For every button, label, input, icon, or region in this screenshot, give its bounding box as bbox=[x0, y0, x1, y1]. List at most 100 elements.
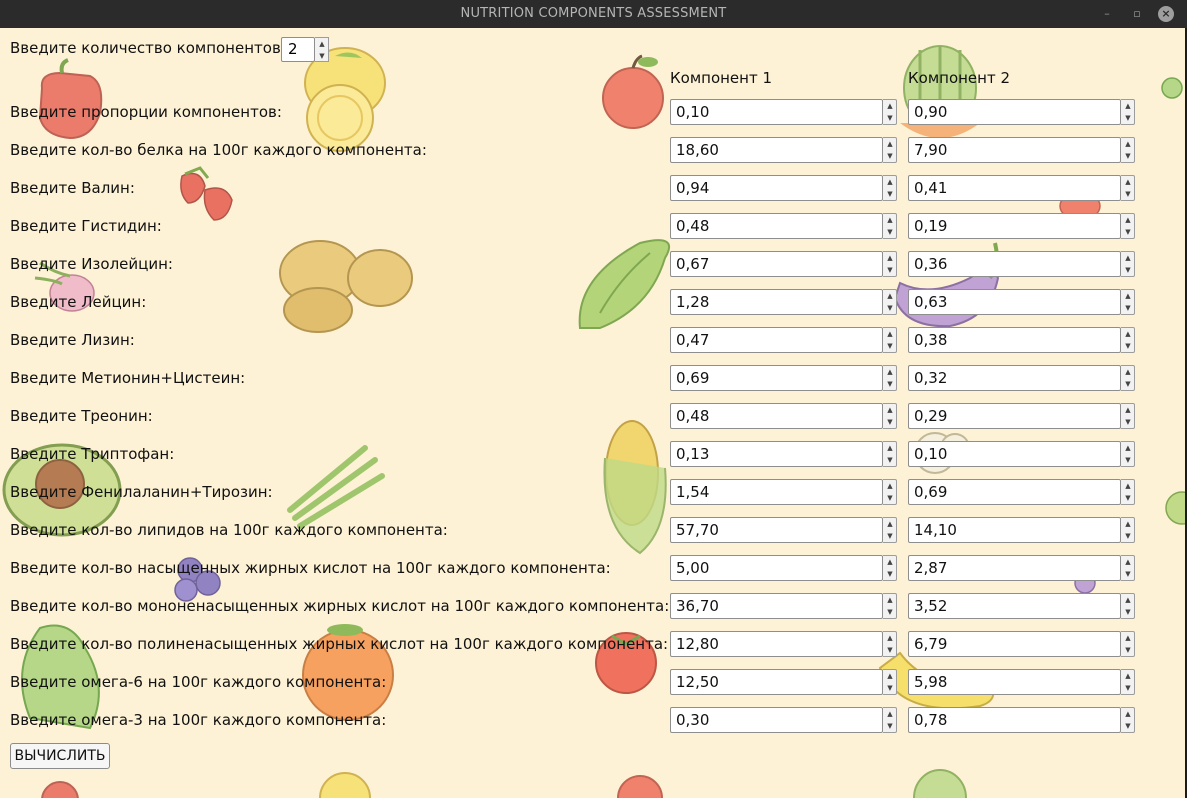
spin-arrows[interactable]: ▲ ▼ bbox=[1121, 251, 1135, 277]
close-button[interactable]: × bbox=[1158, 6, 1174, 22]
component-1-spinbox[interactable]: 0,94 ▲ ▼ bbox=[670, 175, 897, 201]
component-1-value-input[interactable]: 0,47 bbox=[670, 327, 883, 353]
component-2-spinbox[interactable]: 0,90 ▲ ▼ bbox=[908, 99, 1135, 125]
spin-up-icon[interactable]: ▲ bbox=[885, 708, 895, 720]
spin-up-icon[interactable]: ▲ bbox=[1123, 214, 1133, 226]
spin-up-icon[interactable]: ▲ bbox=[885, 480, 895, 492]
component-1-spinbox[interactable]: 0,30 ▲ ▼ bbox=[670, 707, 897, 733]
component-2-spinbox[interactable]: 2,87 ▲ ▼ bbox=[908, 555, 1135, 581]
spin-arrows[interactable]: ▲ ▼ bbox=[883, 479, 897, 505]
spin-up-icon[interactable]: ▲ bbox=[1123, 442, 1133, 454]
component-2-value-input[interactable]: 6,79 bbox=[908, 631, 1121, 657]
spin-up-icon[interactable]: ▲ bbox=[317, 38, 327, 50]
spin-down-icon[interactable]: ▼ bbox=[1123, 606, 1133, 618]
component-1-value-input[interactable]: 18,60 bbox=[670, 137, 883, 163]
spin-down-icon[interactable]: ▼ bbox=[885, 720, 895, 732]
component-1-spinbox[interactable]: 12,80 ▲ ▼ bbox=[670, 631, 897, 657]
spin-up-icon[interactable]: ▲ bbox=[885, 442, 895, 454]
spin-down-icon[interactable]: ▼ bbox=[1123, 340, 1133, 352]
spin-arrows[interactable]: ▲ ▼ bbox=[883, 137, 897, 163]
component-2-spinbox[interactable]: 0,78 ▲ ▼ bbox=[908, 707, 1135, 733]
spin-up-icon[interactable]: ▲ bbox=[885, 366, 895, 378]
spin-down-icon[interactable]: ▼ bbox=[1123, 644, 1133, 656]
spin-down-icon[interactable]: ▼ bbox=[885, 644, 895, 656]
component-count-input[interactable]: 2 bbox=[281, 37, 315, 62]
spin-up-icon[interactable]: ▲ bbox=[1123, 138, 1133, 150]
spin-down-icon[interactable]: ▼ bbox=[1123, 264, 1133, 276]
spin-arrows[interactable]: ▲ ▼ bbox=[883, 555, 897, 581]
component-2-value-input[interactable]: 0,38 bbox=[908, 327, 1121, 353]
spin-arrows[interactable]: ▲ ▼ bbox=[883, 441, 897, 467]
spin-down-icon[interactable]: ▼ bbox=[1123, 188, 1133, 200]
spin-up-icon[interactable]: ▲ bbox=[885, 404, 895, 416]
spin-arrows[interactable]: ▲ ▼ bbox=[883, 213, 897, 239]
component-2-spinbox[interactable]: 14,10 ▲ ▼ bbox=[908, 517, 1135, 543]
title-bar[interactable]: NUTRITION COMPONENTS ASSESSMENT – ▫ × bbox=[0, 0, 1187, 28]
spin-arrows[interactable]: ▲ ▼ bbox=[1121, 479, 1135, 505]
component-2-spinbox[interactable]: 0,29 ▲ ▼ bbox=[908, 403, 1135, 429]
spin-up-icon[interactable]: ▲ bbox=[1123, 594, 1133, 606]
spin-down-icon[interactable]: ▼ bbox=[885, 378, 895, 390]
spin-down-icon[interactable]: ▼ bbox=[885, 226, 895, 238]
spin-up-icon[interactable]: ▲ bbox=[885, 518, 895, 530]
component-2-value-input[interactable]: 7,90 bbox=[908, 137, 1121, 163]
component-1-spinbox[interactable]: 5,00 ▲ ▼ bbox=[670, 555, 897, 581]
spin-down-icon[interactable]: ▼ bbox=[885, 568, 895, 580]
component-1-spinbox[interactable]: 0,47 ▲ ▼ bbox=[670, 327, 897, 353]
spin-down-icon[interactable]: ▼ bbox=[1123, 530, 1133, 542]
spin-down-icon[interactable]: ▼ bbox=[1123, 492, 1133, 504]
component-1-value-input[interactable]: 5,00 bbox=[670, 555, 883, 581]
spin-down-icon[interactable]: ▼ bbox=[1123, 720, 1133, 732]
component-2-value-input[interactable]: 0,29 bbox=[908, 403, 1121, 429]
component-1-value-input[interactable]: 0,94 bbox=[670, 175, 883, 201]
component-1-spinbox[interactable]: 18,60 ▲ ▼ bbox=[670, 137, 897, 163]
component-2-value-input[interactable]: 0,32 bbox=[908, 365, 1121, 391]
minimize-button[interactable]: – bbox=[1098, 0, 1116, 28]
spin-arrows[interactable]: ▲ ▼ bbox=[883, 403, 897, 429]
spin-arrows[interactable]: ▲ ▼ bbox=[883, 175, 897, 201]
component-1-value-input[interactable]: 0,69 bbox=[670, 365, 883, 391]
component-1-spinbox[interactable]: 0,69 ▲ ▼ bbox=[670, 365, 897, 391]
spin-arrows[interactable]: ▲ ▼ bbox=[883, 365, 897, 391]
component-1-spinbox[interactable]: 1,54 ▲ ▼ bbox=[670, 479, 897, 505]
component-2-value-input[interactable]: 3,52 bbox=[908, 593, 1121, 619]
component-1-value-input[interactable]: 0,67 bbox=[670, 251, 883, 277]
component-2-value-input[interactable]: 0,19 bbox=[908, 213, 1121, 239]
component-2-spinbox[interactable]: 0,10 ▲ ▼ bbox=[908, 441, 1135, 467]
spin-arrows[interactable]: ▲ ▼ bbox=[883, 593, 897, 619]
spin-up-icon[interactable]: ▲ bbox=[885, 632, 895, 644]
spin-down-icon[interactable]: ▼ bbox=[1123, 112, 1133, 124]
spin-arrows[interactable]: ▲ ▼ bbox=[1121, 555, 1135, 581]
spin-arrows[interactable]: ▲ ▼ bbox=[1121, 403, 1135, 429]
spin-up-icon[interactable]: ▲ bbox=[885, 594, 895, 606]
spin-up-icon[interactable]: ▲ bbox=[1123, 100, 1133, 112]
spin-up-icon[interactable]: ▲ bbox=[1123, 556, 1133, 568]
component-2-spinbox[interactable]: 0,32 ▲ ▼ bbox=[908, 365, 1135, 391]
component-1-value-input[interactable]: 1,54 bbox=[670, 479, 883, 505]
spin-arrows[interactable]: ▲ ▼ bbox=[883, 289, 897, 315]
spin-down-icon[interactable]: ▼ bbox=[1123, 378, 1133, 390]
spin-down-icon[interactable]: ▼ bbox=[317, 50, 327, 62]
spin-down-icon[interactable]: ▼ bbox=[885, 188, 895, 200]
component-2-value-input[interactable]: 14,10 bbox=[908, 517, 1121, 543]
spin-down-icon[interactable]: ▼ bbox=[885, 606, 895, 618]
component-2-spinbox[interactable]: 6,79 ▲ ▼ bbox=[908, 631, 1135, 657]
component-1-spinbox[interactable]: 57,70 ▲ ▼ bbox=[670, 517, 897, 543]
component-2-value-input[interactable]: 0,41 bbox=[908, 175, 1121, 201]
spin-arrows[interactable]: ▲ ▼ bbox=[883, 669, 897, 695]
spin-up-icon[interactable]: ▲ bbox=[1123, 290, 1133, 302]
component-1-value-input[interactable]: 12,80 bbox=[670, 631, 883, 657]
spin-arrows[interactable]: ▲ ▼ bbox=[1121, 213, 1135, 239]
spin-arrows[interactable]: ▲ ▼ bbox=[1121, 327, 1135, 353]
spin-down-icon[interactable]: ▼ bbox=[1123, 150, 1133, 162]
component-2-spinbox[interactable]: 0,38 ▲ ▼ bbox=[908, 327, 1135, 353]
component-1-value-input[interactable]: 0,30 bbox=[670, 707, 883, 733]
spin-up-icon[interactable]: ▲ bbox=[885, 252, 895, 264]
component-1-spinbox[interactable]: 12,50 ▲ ▼ bbox=[670, 669, 897, 695]
spin-up-icon[interactable]: ▲ bbox=[885, 176, 895, 188]
spin-down-icon[interactable]: ▼ bbox=[885, 302, 895, 314]
spin-arrows[interactable]: ▲ ▼ bbox=[1121, 99, 1135, 125]
component-2-spinbox[interactable]: 0,36 ▲ ▼ bbox=[908, 251, 1135, 277]
spin-up-icon[interactable]: ▲ bbox=[885, 556, 895, 568]
spin-down-icon[interactable]: ▼ bbox=[885, 416, 895, 428]
